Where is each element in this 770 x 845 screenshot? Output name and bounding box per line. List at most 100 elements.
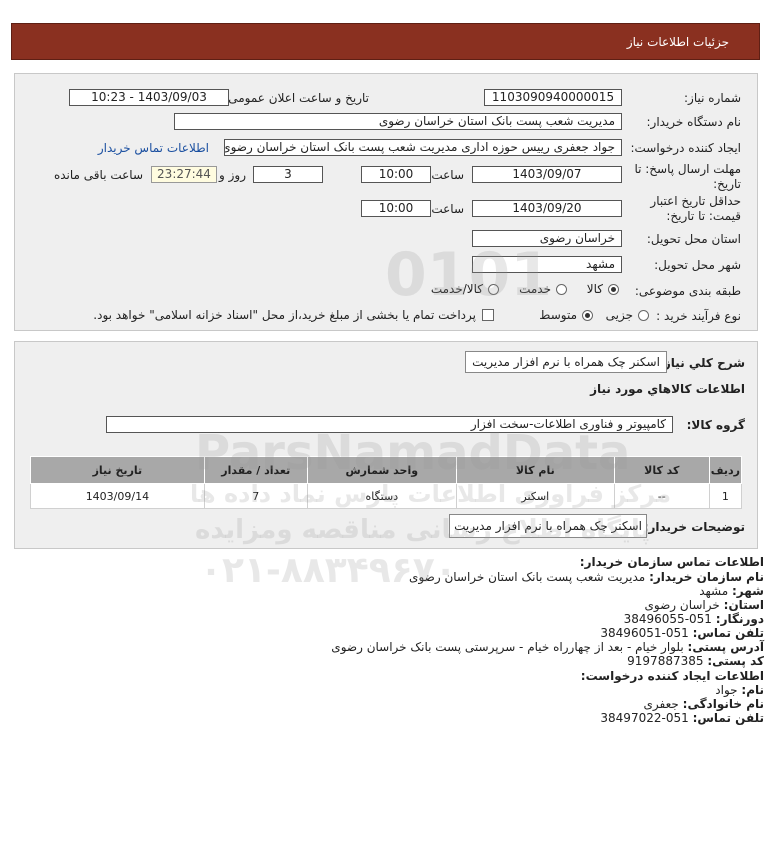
category-radio-service[interactable]: [556, 284, 567, 295]
announce-label: تاریخ و ساعت اعلان عمومی:: [224, 91, 369, 105]
contact-phone-value: 051-38496051: [600, 626, 689, 640]
contact-postal-value: 9197887385: [627, 654, 704, 668]
creator-phone-label: تلفن تماس:: [692, 711, 764, 725]
need-number-label: شماره نیاز:: [684, 91, 741, 105]
goods-table-header: ردیف کد کالا نام کالا واحد شمارش تعداد /…: [30, 456, 743, 484]
deadline-label-line2: تاریخ:: [713, 177, 741, 191]
province-field: خراسان رضوی: [472, 230, 622, 247]
process-option-medium: متوسط: [539, 308, 577, 322]
contact-org: نام سازمان خریدار: مدیریت شعب پست بانک ا…: [409, 570, 764, 584]
need-number-field: 1103090940000015: [484, 89, 622, 106]
cell-code: --: [613, 483, 710, 509]
city-label: شهر محل تحویل:: [654, 258, 741, 272]
creator-name-value: جواد: [715, 683, 738, 697]
payment-note: پرداخت تمام یا بخشی از مبلغ خرید،از محل …: [93, 308, 476, 322]
goods-info-title: اطلاعات کالاهاي مورد نياز: [590, 382, 745, 396]
validity-label: حداقل تاریخ اعتبار قیمت: تا تاریخ:: [650, 194, 741, 224]
contact-address: آدرس پستی: بلوار خیام - بعد از چهارراه خ…: [331, 640, 764, 654]
validity-date-field: 1403/09/20: [472, 200, 622, 217]
cell-row: 1: [708, 483, 743, 509]
deadline-time-field: 10:00: [361, 166, 431, 183]
contact-city-label: شهر:: [732, 584, 764, 598]
creator-family: نام خانوادگی: جعفری: [644, 697, 764, 711]
contact-fax-label: دورنگار:: [715, 612, 764, 626]
contact-postal: کد پستی: 9197887385: [627, 654, 764, 668]
need-details-panel: شرح کلي نياز: اسکنر چک همراه با نرم افزا…: [14, 341, 758, 549]
col-unit: واحد شمارش: [306, 456, 457, 484]
process-option-minor: جزیی: [605, 308, 633, 322]
col-qty: تعداد / مقدار: [203, 456, 308, 484]
deadline-label: مهلت ارسال پاسخ: تا تاریخ:: [634, 162, 741, 192]
goods-group-field: کامپیوتر و فناوری اطلاعات-سخت افزار: [106, 416, 673, 433]
description-field: اسکنر چک همراه با نرم افزار مدیریت: [465, 351, 667, 373]
treasury-checkbox[interactable]: [482, 309, 494, 321]
contact-address-label: آدرس پستی:: [687, 640, 764, 654]
cell-name: اسکنر: [455, 483, 615, 509]
creator-phone: تلفن تماس: 051-38497022: [600, 711, 764, 725]
need-info-panel: شماره نیاز: 1103090940000015 تاریخ و ساع…: [14, 73, 758, 331]
goods-table: ردیف کد کالا نام کالا واحد شمارش تعداد /…: [30, 456, 743, 509]
col-code: کد کالا: [613, 456, 710, 484]
deadline-date-field: 1403/09/07: [472, 166, 622, 183]
province-label: استان محل تحویل:: [646, 232, 741, 246]
validity-time-label: ساعت: [431, 202, 464, 216]
contact-phone: تلفن تماس: 051-38496051: [600, 626, 764, 640]
category-option-goods: کالا: [586, 282, 603, 296]
contact-fax-value: 051-38496055: [623, 612, 712, 626]
description-label: شرح کلي نياز:: [659, 356, 745, 370]
category-option-service: خدمت: [519, 282, 551, 296]
col-name: نام کالا: [455, 456, 615, 484]
col-row: ردیف: [708, 456, 743, 484]
contact-org-label: نام سازمان خریدار:: [649, 570, 764, 584]
contact-org-value: مدیریت شعب پست بانک استان خراسان رضوی: [409, 570, 646, 584]
validity-label-line1: حداقل تاریخ اعتبار: [650, 194, 741, 208]
contact-phone-label: تلفن تماس:: [692, 626, 764, 640]
process-radio-minor[interactable]: [638, 310, 649, 321]
contact-title: اطلاعات تماس سازمان خریدار:: [579, 555, 764, 569]
buyer-org-field: مدیریت شعب پست بانک استان خراسان رضوی: [174, 113, 622, 130]
cell-qty: 7: [203, 483, 308, 509]
contact-postal-label: کد پستی:: [707, 654, 764, 668]
creator-info-title: اطلاعات ایجاد کننده درخواست:: [580, 669, 764, 683]
days-remaining-field: 3: [253, 166, 323, 183]
announce-field: 1403/09/03 - 10:23: [69, 89, 229, 106]
deadline-label-line1: مهلت ارسال پاسخ: تا: [634, 162, 741, 176]
goods-group-label: گروه کالا:: [686, 418, 745, 432]
page-title: جزئیات اطلاعات نیاز: [626, 35, 729, 49]
category-radio-goods[interactable]: [608, 284, 619, 295]
contact-province-label: استان:: [723, 598, 764, 612]
creator-family-value: جعفری: [643, 697, 679, 711]
deadline-time-label: ساعت: [431, 168, 464, 182]
creator-phone-value: 051-38497022: [600, 711, 689, 725]
contact-fax: دورنگار: 051-38496055: [624, 612, 764, 626]
process-label: نوع فرآیند خرید :: [656, 309, 741, 323]
days-label: روز و: [219, 168, 246, 182]
category-label: طبقه بندی موضوعی:: [634, 284, 741, 298]
contact-city: شهر: مشهد: [699, 584, 764, 598]
cell-date: 1403/09/14: [30, 483, 205, 509]
creator-name: نام: جواد: [715, 683, 764, 697]
creator-label: ایجاد کننده درخواست:: [630, 141, 741, 155]
process-radio-medium[interactable]: [582, 310, 593, 321]
buyer-contact-link[interactable]: اطلاعات تماس خریدار: [98, 141, 209, 155]
category-option-both: کالا/خدمت: [430, 282, 483, 296]
contact-province-value: خراسان رضوی: [644, 598, 720, 612]
contact-city-value: مشهد: [699, 584, 729, 598]
validity-time-field: 10:00: [361, 200, 431, 217]
col-date: تاریخ نیاز: [30, 456, 205, 484]
creator-family-label: نام خانوادگی:: [682, 697, 764, 711]
contact-address-value: بلوار خیام - بعد از چهارراه خیام - سرپرس…: [331, 640, 684, 654]
contact-province: استان: خراسان رضوی: [645, 598, 764, 612]
validity-label-line2: قیمت: تا تاریخ:: [666, 209, 741, 223]
remaining-time-field: 23:27:44: [151, 166, 217, 183]
buyer-org-label: نام دستگاه خریدار:: [646, 115, 742, 129]
buyer-notes-label: توضیحات خریدار:: [643, 520, 745, 534]
cell-unit: دستگاه: [306, 483, 457, 509]
creator-name-label: نام:: [741, 683, 764, 697]
page-header: جزئیات اطلاعات نیاز: [11, 23, 760, 60]
creator-field: جواد جعفری رییس حوزه اداری مدیریت شعب پس…: [224, 139, 622, 156]
city-field: مشهد: [472, 256, 622, 273]
table-row: 1 -- اسکنر دستگاه 7 1403/09/14: [30, 483, 743, 509]
category-radio-both[interactable]: [488, 284, 499, 295]
remaining-time-label: ساعت باقی مانده: [53, 168, 143, 182]
